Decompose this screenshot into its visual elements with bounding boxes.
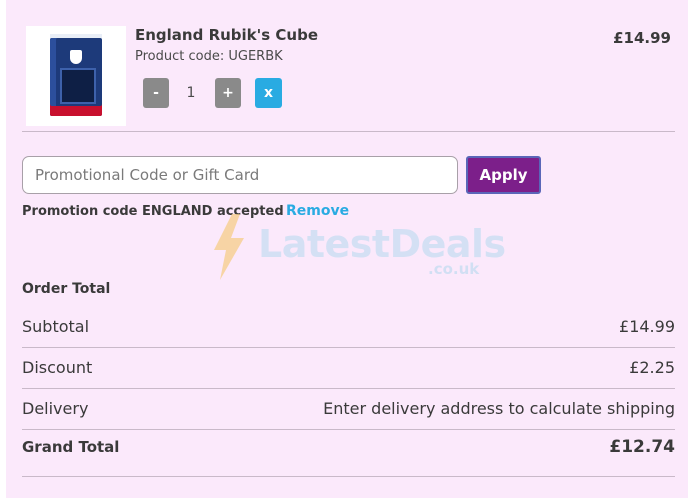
divider [22, 131, 675, 132]
remove-item-button[interactable]: x [255, 78, 282, 108]
delivery-label: Delivery [22, 399, 89, 418]
grand-total-label: Grand Total [22, 438, 120, 456]
increase-quantity-button[interactable]: + [215, 78, 241, 108]
discount-label: Discount [22, 358, 93, 377]
lightning-bolt-icon [214, 214, 244, 280]
subtotal-value: £14.99 [619, 317, 675, 336]
divider [22, 388, 675, 389]
divider [22, 476, 675, 477]
product-title[interactable]: England Rubik's Cube [135, 26, 318, 44]
divider [22, 347, 675, 348]
divider [22, 429, 675, 430]
promo-code-input[interactable] [22, 156, 458, 194]
cube-window [60, 68, 96, 104]
remove-promo-link[interactable]: Remove [286, 203, 349, 219]
order-total-heading: Order Total [22, 281, 111, 297]
subtotal-label: Subtotal [22, 317, 90, 336]
discount-value: £2.25 [629, 358, 675, 377]
delivery-value: Enter delivery address to calculate ship… [323, 399, 675, 418]
product-image[interactable] [26, 26, 126, 126]
watermark-logo-subtext: .co.uk [428, 260, 480, 278]
quantity-value[interactable]: 1 [178, 78, 204, 108]
apply-button[interactable]: Apply [466, 156, 541, 194]
grand-total-value: £12.74 [609, 437, 675, 457]
product-code: Product code: UGERBK [135, 49, 283, 64]
england-crest-icon [70, 50, 82, 64]
product-price: £14.99 [613, 29, 671, 47]
decrease-quantity-button[interactable]: - [143, 78, 169, 108]
